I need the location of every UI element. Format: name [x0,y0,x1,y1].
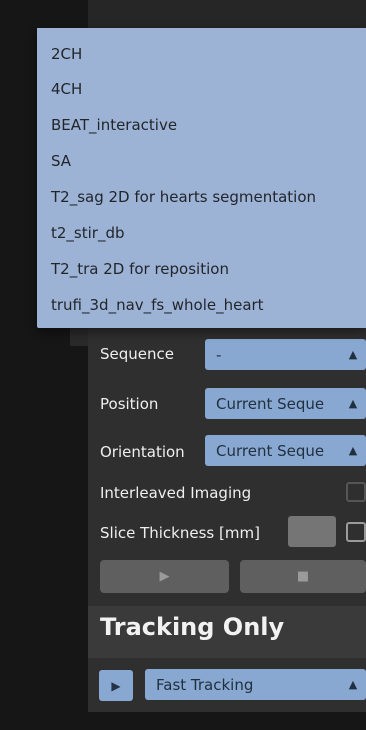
menu-item[interactable]: SA [51,152,71,170]
orientation-value: Current Seque [216,441,325,460]
orientation-dropdown[interactable]: Current Seque ▲ [205,435,366,466]
sequence-menu: 2CH 4CH BEAT_interactive SA T2_sag 2D fo… [37,28,366,328]
position-dropdown[interactable]: Current Seque ▲ [205,388,366,419]
menu-item[interactable]: t2_stir_db [51,224,125,242]
tracking-title: Tracking Only [100,613,285,641]
tracking-play-button[interactable]: ▶ [99,670,133,701]
play-button[interactable]: ▶ [100,560,229,593]
interleaved-imaging-label: Interleaved Imaging [100,484,252,502]
triangle-up-icon: ▲ [348,678,358,691]
play-icon: ▶ [111,678,121,693]
position-label: Position [100,395,159,413]
tracking-mode-value: Fast Tracking [156,675,254,694]
stop-button[interactable]: ■ [240,560,366,593]
orientation-label: Orientation [100,443,185,461]
menu-item[interactable]: T2_sag 2D for hearts segmentation [51,188,316,206]
sequence-label: Sequence [100,345,174,363]
menu-item[interactable]: 4CH [51,80,82,98]
tracking-mode-dropdown[interactable]: Fast Tracking ▲ [145,669,366,700]
slice-thickness-checkbox[interactable] [346,522,366,542]
stop-icon: ■ [296,569,310,584]
sequence-dropdown[interactable]: - ▲ [205,339,366,370]
menu-item[interactable]: 2CH [51,45,82,63]
triangle-up-icon: ▲ [348,397,358,410]
interleaved-imaging-checkbox[interactable] [346,482,366,502]
menu-item[interactable]: trufi_3d_nav_fs_whole_heart [51,296,264,314]
triangle-up-icon: ▲ [348,444,358,457]
menu-item[interactable]: T2_tra 2D for reposition [51,260,229,278]
sequence-value: - [216,345,222,364]
play-icon: ▶ [159,569,170,584]
slice-thickness-input[interactable] [288,516,336,547]
triangle-up-icon: ▲ [348,348,358,361]
position-value: Current Seque [216,394,325,413]
menu-item[interactable]: BEAT_interactive [51,116,177,134]
slice-thickness-label: Slice Thickness [mm] [100,524,260,542]
screen: Sequence - ▲ Position Current Seque ▲ Or… [0,0,366,730]
